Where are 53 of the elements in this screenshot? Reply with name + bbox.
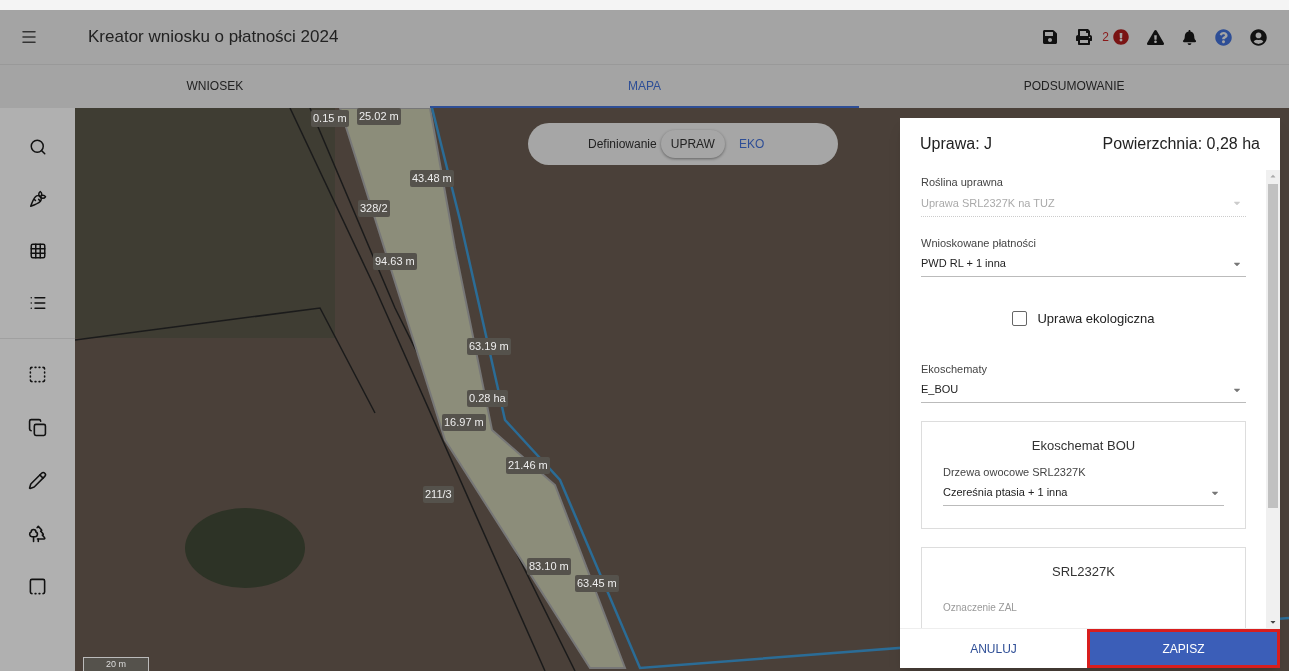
field-label: Wnioskowane płatności (921, 235, 1037, 251)
map-label: 328/2 (358, 200, 390, 217)
trees-icon[interactable] (28, 524, 47, 543)
pencil-icon[interactable] (28, 471, 47, 490)
mode-label: Definiowanie (588, 136, 657, 153)
copy-icon[interactable] (28, 418, 47, 437)
error-count: 2 (1102, 29, 1109, 46)
user-icon[interactable] (1250, 28, 1267, 46)
dropdown-field[interactable]: PWD RL + 1 inna (921, 251, 1246, 277)
error-icon[interactable] (1113, 29, 1129, 45)
section-title: SRL2327K (1051, 563, 1116, 581)
print-icon[interactable] (1076, 29, 1093, 45)
map-label: 211/3 (423, 486, 454, 503)
app-title: Kreator wniosku o płatności 2024 (88, 26, 339, 49)
cancel-button[interactable]: ANULUJ (900, 629, 1087, 668)
checkbox-label: Uprawa ekologiczna (1037, 310, 1155, 328)
mode-option[interactable]: UPRAW (660, 130, 725, 158)
dropdown-field[interactable]: Czereśnia ptasia + 1 inna (943, 480, 1224, 506)
field-label: Ekoschematy (921, 361, 989, 377)
scrollbar[interactable] (1266, 170, 1280, 628)
map-label: 43.48 m (410, 170, 454, 187)
map-label: 0.28 ha (467, 390, 508, 407)
save-icon[interactable] (1042, 29, 1059, 45)
map-label: 16.97 m (442, 414, 486, 431)
field-label: Roślina uprawna (921, 175, 1004, 190)
checkbox[interactable] (1012, 311, 1028, 327)
tab[interactable]: PODSUMOWANIE (859, 65, 1289, 108)
map-label: 21.46 m (506, 457, 550, 474)
save-button[interactable]: ZAPISZ (1087, 629, 1280, 668)
map-label: 63.19 m (467, 338, 511, 355)
menu-icon[interactable] (20, 28, 38, 46)
list-icon[interactable] (28, 294, 47, 312)
scroll-down-icon[interactable] (1269, 618, 1277, 626)
field-label: Oznaczenie ZAL (943, 600, 1018, 615)
map-label: 0.15 m (311, 110, 349, 127)
dropdown-field[interactable]: E_BOU (921, 377, 1246, 403)
map-label: 83.10 m (527, 558, 571, 575)
warning-icon[interactable] (1147, 28, 1164, 46)
map-label: 25.02 m (357, 108, 401, 125)
tab[interactable]: WNIOSEK (0, 65, 430, 108)
scale-bar: 20 m (83, 657, 149, 671)
map-label: 63.45 m (575, 575, 619, 592)
area-value: Powierzchnia: 0,28 ha (1102, 134, 1260, 154)
map-label: 94.63 m (373, 253, 417, 270)
grid-icon[interactable] (28, 242, 47, 260)
section-title: Ekoschemat BOU (1030, 437, 1137, 455)
field-label: Drzewa owocowe SRL2327K (943, 464, 1087, 480)
bell-icon[interactable] (1182, 29, 1197, 45)
dashed-rectangle-icon[interactable] (28, 577, 47, 596)
dotted-square-icon[interactable] (28, 365, 47, 384)
search-icon[interactable] (28, 138, 47, 156)
dialog-title: Uprawa: J (920, 134, 993, 154)
help-icon[interactable] (1215, 28, 1232, 46)
